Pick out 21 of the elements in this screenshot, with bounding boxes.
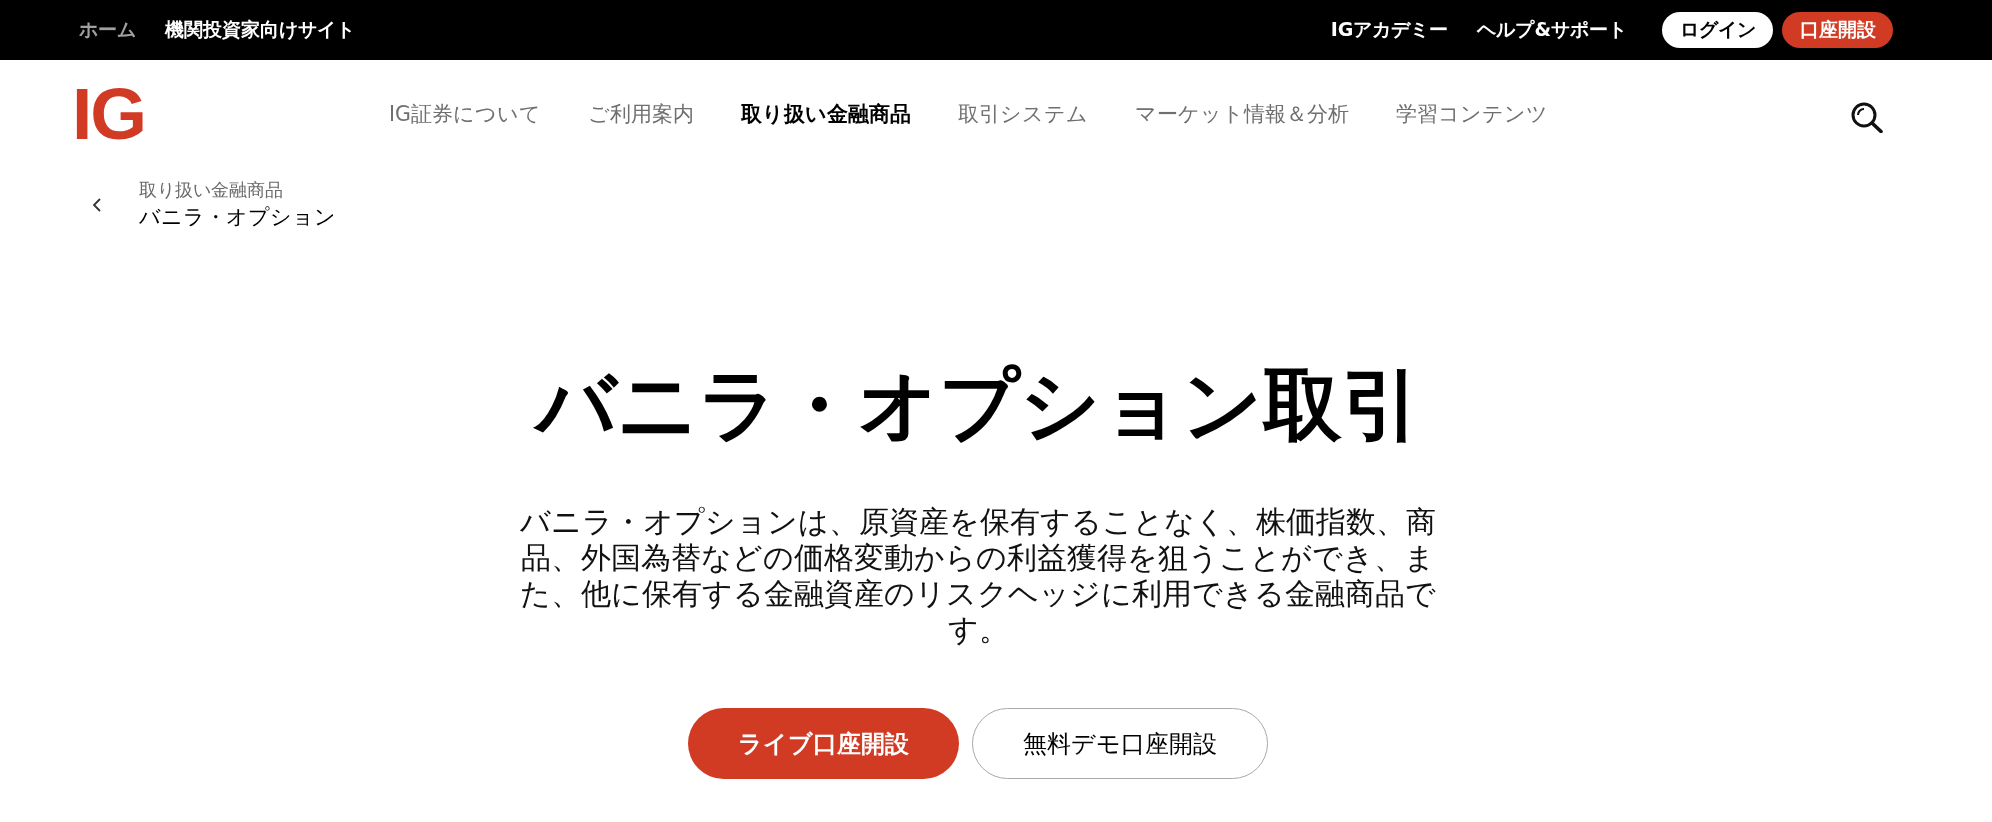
breadcrumb-link[interactable]: 取り扱い金融商品 <box>139 178 336 203</box>
top-bar-link[interactable]: 機関投資家向けサイト <box>165 17 355 43</box>
top-bar-link[interactable]: IGアカデミー <box>1330 17 1449 43</box>
page-title: バニラ・オプション取引 <box>535 358 1421 453</box>
top-bar-link[interactable]: ホーム <box>79 17 136 43</box>
top-bar-link[interactable]: ヘルプ&サポート <box>1477 17 1627 43</box>
nav-item[interactable]: 学習コンテンツ <box>1396 100 1548 128</box>
demo-account-button[interactable]: 無料デモ口座開設 <box>972 708 1268 779</box>
nav-item[interactable]: 取り扱い金融商品 <box>741 100 911 128</box>
nav-item[interactable]: IG証券について <box>389 100 541 128</box>
open-account-button[interactable]: 口座開設 <box>1782 12 1893 48</box>
live-account-button[interactable]: ライブ口座開設 <box>688 708 959 779</box>
back-chevron-icon[interactable] <box>92 196 102 213</box>
page-description: バニラ・オプションは、原資産を保有することなく、株価指数、商品、外国為替などの価格変動からの利益獲得を狙うことができ、また、他に保有する金融資産のリスクヘッジに利用できる金融商品です。 <box>519 504 1437 648</box>
login-button[interactable]: ログイン <box>1662 12 1773 48</box>
nav-item[interactable]: 取引システム <box>958 100 1088 128</box>
logo[interactable]: IG <box>72 86 146 142</box>
nav-item[interactable]: ご利用案内 <box>588 100 694 128</box>
breadcrumb-current: バニラ・オプション <box>139 204 336 231</box>
nav-item[interactable]: マーケット情報＆分析 <box>1135 100 1349 128</box>
search-icon[interactable] <box>1851 101 1883 133</box>
